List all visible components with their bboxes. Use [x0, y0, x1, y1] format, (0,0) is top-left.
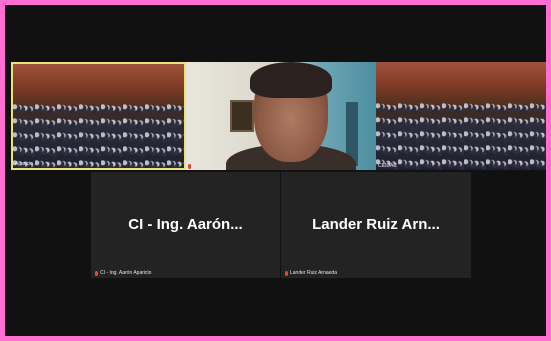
- participant-name-label: Katherine Cruz: [188, 163, 226, 169]
- participant-name-label: Aparicio: [15, 161, 34, 167]
- mic-muted-icon: [285, 270, 288, 276]
- video-tile-katherine-cruz[interactable]: Katherine Cruz: [186, 62, 376, 170]
- video-feed: [186, 62, 376, 170]
- video-feed: [376, 62, 546, 170]
- video-tile-ci-ing-aaron[interactable]: CI - Ing. Aarón... CI - Ing. Aarón Apari…: [91, 172, 280, 278]
- participant-display-name: CI - Ing. Aarón...: [128, 216, 243, 233]
- participant-name-label: CEIDAC: [378, 163, 397, 169]
- video-tile-ceidac[interactable]: CEIDAC: [376, 62, 546, 170]
- mic-muted-icon: [95, 270, 98, 276]
- participant-display-name: Lander Ruiz Arn...: [312, 216, 440, 233]
- video-tile-lander-ruiz[interactable]: Lander Ruiz Arn... Lander Ruiz Arnaeda: [281, 172, 471, 278]
- video-tile-aparicio[interactable]: Aparicio: [11, 62, 186, 170]
- mic-muted-icon: [188, 163, 191, 169]
- participant-name-label: CI - Ing. Aarón Aparicio: [95, 270, 151, 276]
- participant-name-label: Lander Ruiz Arnaeda: [285, 270, 337, 276]
- top-bar: [5, 5, 546, 61]
- video-feed: [13, 64, 184, 168]
